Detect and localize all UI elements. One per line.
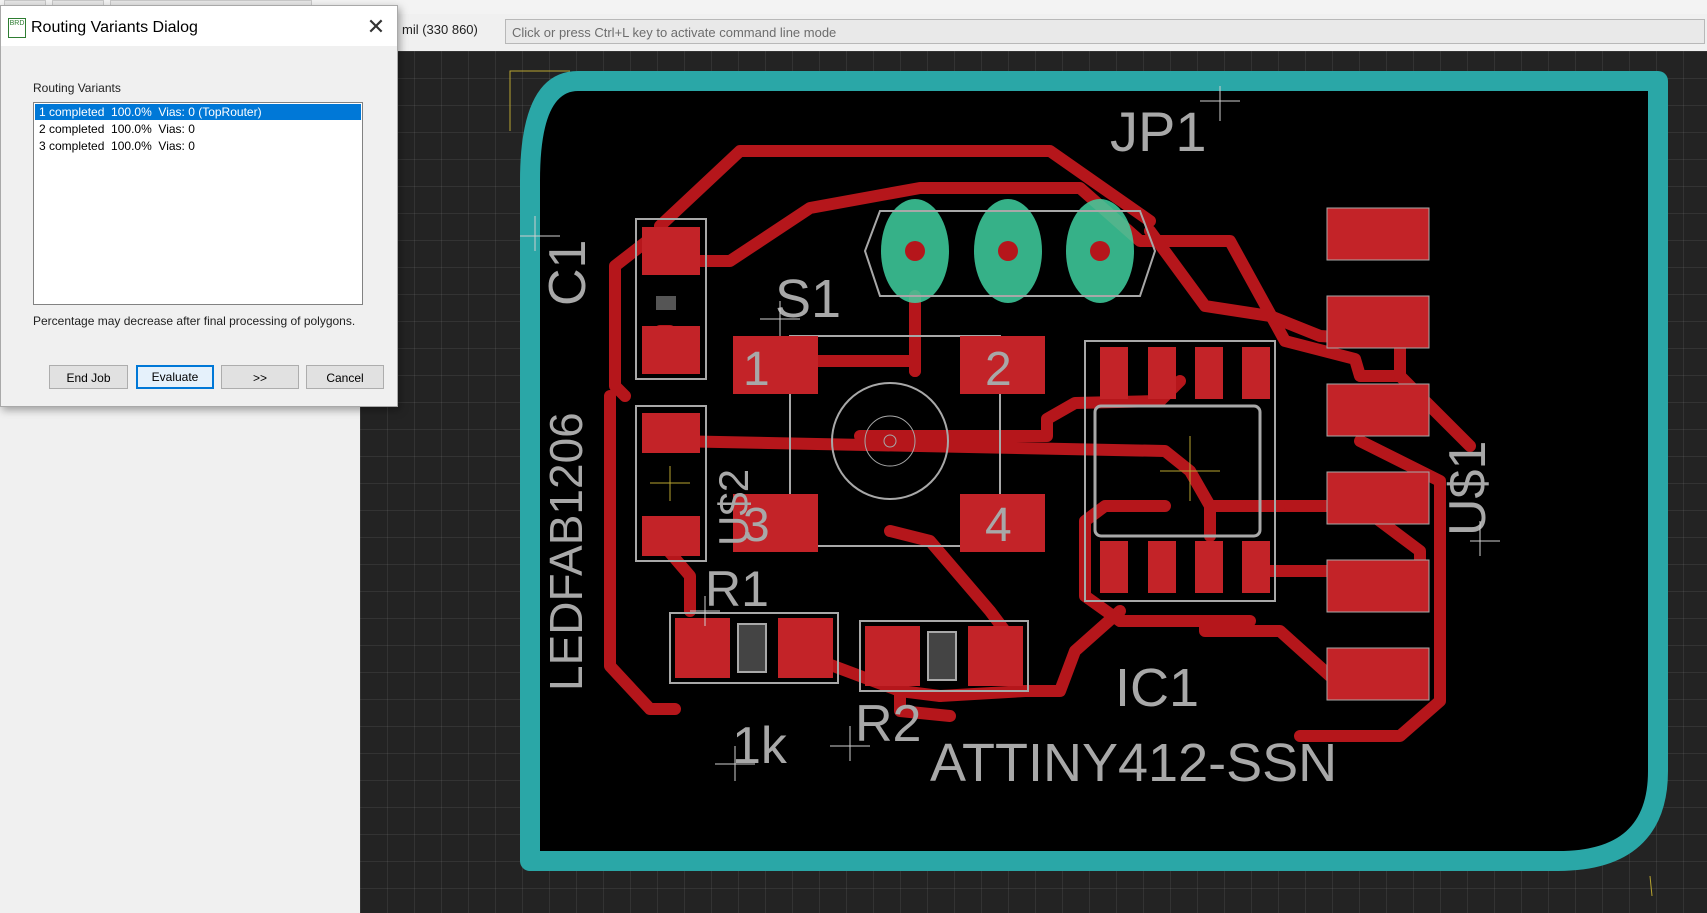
- label-s1: S1: [775, 269, 841, 329]
- label-ic1-value: ATTINY412-SSN: [930, 733, 1337, 793]
- routing-variants-dialog: BRD Routing Variants Dialog ✕ Routing Va…: [0, 5, 398, 407]
- label-ledfab: LEDFAB1206: [540, 412, 592, 691]
- label-pad-4: 4: [985, 499, 1012, 552]
- cancel-button[interactable]: Cancel: [306, 365, 384, 389]
- end-job-button[interactable]: End Job: [49, 365, 128, 389]
- list-item[interactable]: 2 completed 100.0% Vias: 0: [35, 121, 361, 137]
- dialog-titlebar[interactable]: BRD Routing Variants Dialog ✕: [1, 6, 397, 46]
- command-line-input[interactable]: Click or press Ctrl+L key to activate co…: [505, 19, 1705, 44]
- routing-variants-label: Routing Variants: [33, 81, 121, 95]
- pcb-board: JP1 S1 1 2 3 4 R1 1k R2 IC1 ATTINY412-SS…: [509, 70, 1668, 897]
- label-r1-value: 1k: [732, 717, 788, 775]
- polygon-note: Percentage may decrease after final proc…: [33, 314, 356, 328]
- next-button[interactable]: >>: [221, 365, 299, 389]
- label-jp1: JP1: [1110, 100, 1207, 163]
- coordinate-readout: mil (330 860): [402, 22, 478, 37]
- evaluate-button[interactable]: Evaluate: [136, 365, 214, 389]
- resistor-r2: [859, 620, 1029, 692]
- label-c1: C1: [539, 240, 597, 306]
- label-r1: R1: [705, 561, 769, 617]
- resistor-r1: [669, 612, 839, 684]
- label-ic1: IC1: [1115, 658, 1199, 718]
- label-r2: R2: [855, 695, 921, 753]
- dialog-title: Routing Variants Dialog: [31, 19, 198, 36]
- left-panel: [0, 405, 361, 913]
- label-pad-1: 1: [743, 343, 770, 396]
- close-icon[interactable]: ✕: [363, 14, 389, 40]
- label-us2: U$2: [710, 469, 757, 546]
- brd-icon: BRD: [8, 18, 26, 38]
- label-us1: U$1: [1439, 441, 1497, 536]
- list-item[interactable]: 1 completed 100.0% Vias: 0 (TopRouter): [35, 104, 361, 120]
- label-pad-2: 2: [985, 343, 1012, 396]
- header-jp1: [863, 199, 1157, 303]
- board-canvas[interactable]: JP1 S1 1 2 3 4 R1 1k R2 IC1 ATTINY412-SS…: [360, 51, 1707, 913]
- list-item[interactable]: 3 completed 100.0% Vias: 0: [35, 138, 361, 154]
- routing-variants-list[interactable]: 1 completed 100.0% Vias: 0 (TopRouter) 2…: [33, 102, 363, 305]
- dimension-mark: [1649, 875, 1653, 897]
